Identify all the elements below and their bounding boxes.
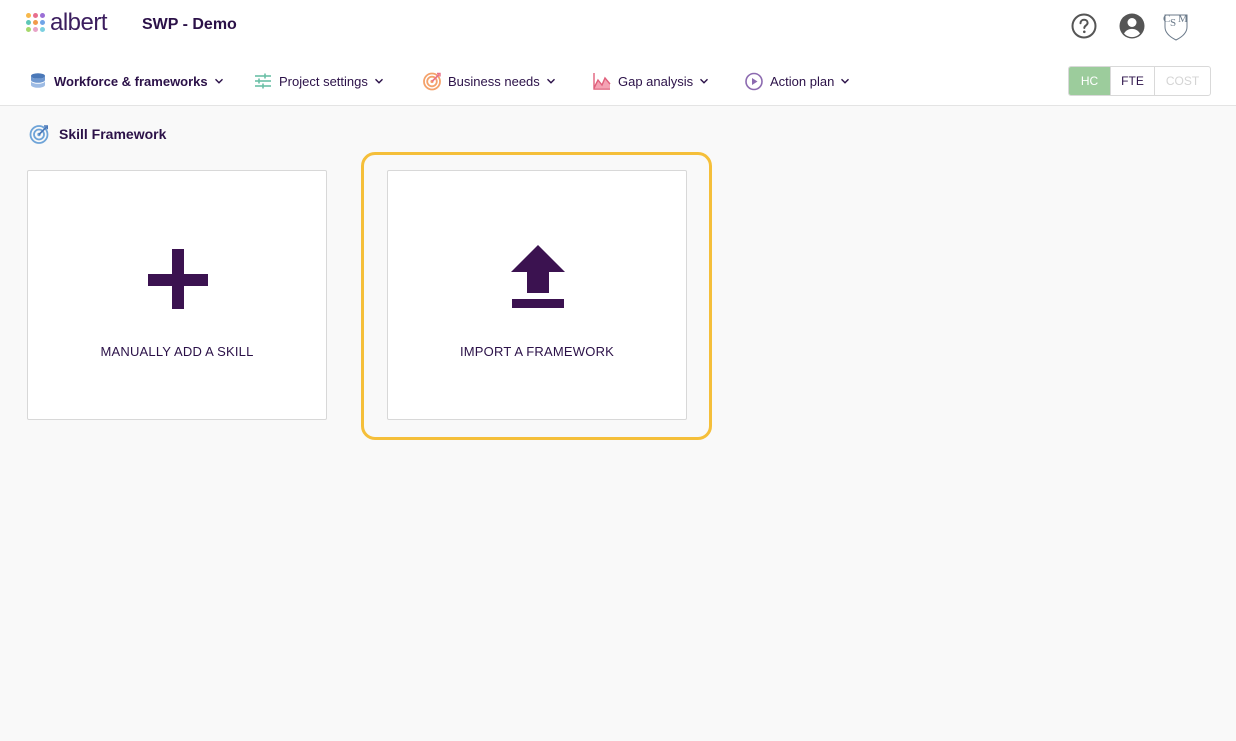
database-icon — [31, 73, 45, 88]
top-header: albert SWP - Demo C S M Workforce & fram… — [0, 0, 1236, 106]
chevron-down-icon — [700, 78, 709, 84]
nav-label: Business needs — [448, 73, 540, 89]
toggle-cost[interactable]: COST — [1154, 67, 1210, 95]
target-icon — [423, 72, 441, 91]
chevron-down-icon — [841, 78, 850, 84]
albert-logo[interactable]: albert — [26, 9, 108, 36]
org-shield-logo-icon[interactable]: C S M — [1159, 8, 1193, 42]
card-label: MANUALLY ADD A SKILL — [100, 344, 254, 359]
upload-icon — [511, 245, 565, 308]
nav-label: Project settings — [279, 73, 368, 89]
logo-dots-icon — [26, 13, 46, 33]
section-title-label: Skill Framework — [59, 126, 167, 142]
chevron-down-icon — [546, 78, 555, 84]
toggle-hc[interactable]: HC — [1069, 67, 1110, 95]
svg-text:S: S — [1170, 17, 1176, 29]
sliders-icon — [255, 73, 271, 89]
logo-text: albert — [50, 9, 108, 36]
import-framework-card[interactable]: IMPORT A FRAMEWORK — [387, 170, 687, 420]
target-icon — [29, 125, 49, 144]
play-circle-icon — [745, 72, 763, 91]
nav-business-needs[interactable]: Business needs — [422, 68, 556, 94]
app-title: SWP - Demo — [142, 16, 237, 33]
nav-label: Gap analysis — [618, 73, 694, 89]
area-chart-icon — [593, 73, 611, 90]
card-label: IMPORT A FRAMEWORK — [459, 344, 615, 359]
chevron-down-icon — [374, 78, 383, 84]
view-toggle: HC FTE COST — [1068, 66, 1211, 96]
nav-gap-analysis[interactable]: Gap analysis — [592, 68, 709, 94]
plus-icon — [148, 249, 208, 309]
user-account-icon[interactable] — [1118, 12, 1146, 40]
help-icon[interactable] — [1070, 12, 1098, 40]
chevron-down-icon — [214, 78, 223, 84]
nav-label: Action plan — [770, 73, 835, 89]
nav-action-plan[interactable]: Action plan — [744, 68, 850, 94]
nav-label: Workforce & frameworks — [54, 73, 208, 89]
nav-workforce-frameworks[interactable]: Workforce & frameworks — [28, 68, 224, 94]
nav-project-settings[interactable]: Project settings — [253, 68, 384, 94]
page-title: Skill Framework — [28, 123, 166, 145]
manually-add-skill-card[interactable]: MANUALLY ADD A SKILL — [27, 170, 327, 420]
toggle-fte[interactable]: FTE — [1110, 67, 1154, 95]
svg-text:M: M — [1178, 13, 1188, 25]
